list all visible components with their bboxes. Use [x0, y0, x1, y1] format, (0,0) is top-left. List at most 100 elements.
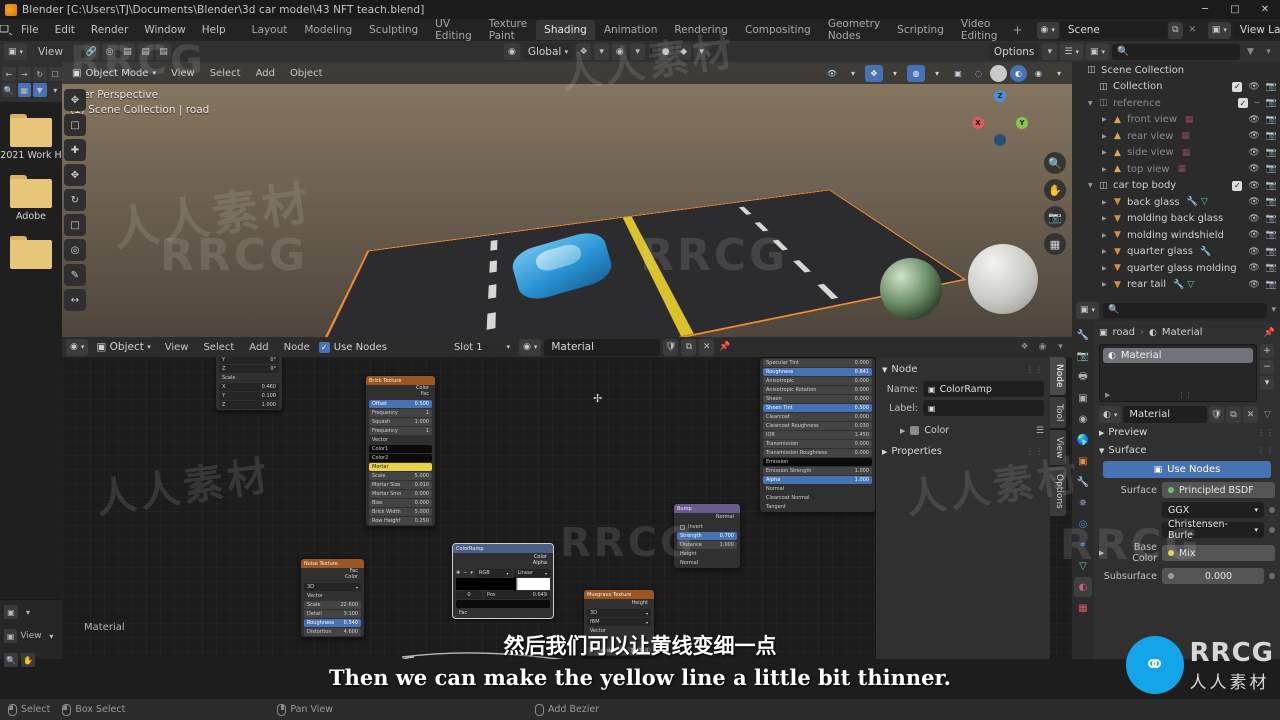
gizmo-chevron-icon[interactable]: ▾ [886, 65, 904, 82]
subsurface-method-dropdown[interactable]: Christensen-Burle ▾ [1162, 519, 1264, 541]
tab-material-properties[interactable]: ◐ [1074, 577, 1092, 597]
mesh-data-icon[interactable]: ▽ [1260, 406, 1275, 423]
new-folder-icon[interactable]: ☐ [48, 67, 62, 81]
use-nodes-button[interactable]: ▣ Use Nodes [1103, 461, 1271, 478]
mesh-data-icon[interactable]: ▽ [1187, 280, 1194, 290]
snap-dropdown-icon[interactable]: ▾ [594, 43, 610, 60]
eye-icon[interactable]: 👁 [1248, 164, 1259, 174]
row-value[interactable]: 1.000 [720, 542, 734, 548]
road-plane-object[interactable] [284, 189, 967, 337]
material-slot-item[interactable]: ◐ Material [1103, 348, 1253, 363]
snap-magnet-icon[interactable]: 🔗 [83, 43, 99, 60]
tweak-tool-icon[interactable]: ✥ [64, 89, 86, 111]
zoom-view-icon[interactable]: 🔍 [1044, 152, 1066, 174]
tab-rendering[interactable]: Rendering [666, 20, 736, 40]
eye-icon[interactable]: 👁 [1248, 263, 1259, 273]
fractal-mode-dropdown[interactable]: fBM ▾ [587, 618, 651, 626]
node-header[interactable]: ColorRamp [453, 544, 553, 553]
viewport-menu-view[interactable]: View [165, 66, 201, 81]
outliner-row-rear-tail[interactable]: ▶ ▼ rear tail 🔧 ▽ 👁 📷 [1072, 277, 1280, 294]
tab-texture-properties[interactable]: ▦ [1074, 598, 1092, 618]
mirror-z-icon[interactable]: ▤ [155, 43, 171, 60]
outliner-row-quarter-glass[interactable]: ▶ ▼ quarter glass 🔧 👁 📷 [1072, 244, 1280, 261]
camera-icon[interactable]: 📷 [1266, 131, 1277, 141]
image-data-icon[interactable]: ▦ [1185, 115, 1194, 125]
3d-viewport[interactable]: ▣ Object Mode ▾ View Select Add Object 👁… [62, 62, 1072, 337]
display-mode-icon[interactable]: ▦ [17, 83, 31, 97]
tab-modeling[interactable]: Modeling [296, 20, 360, 40]
tab-tool-properties[interactable]: 🔧 [1074, 325, 1092, 345]
color-mode-dropdown[interactable]: RGB ▾ [475, 569, 512, 577]
record-icon[interactable]: ● [658, 43, 674, 60]
camera-icon[interactable]: 📷 [1266, 263, 1277, 273]
add-workspace-button[interactable]: + [1006, 21, 1028, 39]
outliner-row-side-view[interactable]: ▶ ▲ side view ▦ 👁 📷 [1072, 145, 1280, 162]
camera-icon[interactable]: 📷 [1266, 181, 1277, 191]
node-overlay-chevron-icon[interactable]: ▾ [1053, 339, 1068, 356]
snapping-icon[interactable]: ❖ [576, 43, 592, 60]
row-value[interactable]: 1.000 [262, 402, 276, 408]
node-name-input[interactable]: ▣ ColorRamp [923, 381, 1044, 397]
row-value[interactable]: 1.450 [855, 432, 869, 438]
back-arrow-icon[interactable]: ← [2, 67, 16, 81]
shading-chevron-icon[interactable]: ▾ [1050, 65, 1068, 82]
expand-triangle-icon[interactable]: ▶ [1102, 116, 1111, 123]
expand-triangle-icon[interactable]: ▶ [1102, 166, 1111, 173]
scene-icon[interactable]: ◉ ▾ [1036, 21, 1059, 39]
node-header[interactable]: Bump [674, 504, 740, 513]
expand-triangle-icon[interactable]: ▶ [1102, 265, 1111, 272]
animate-property-dot-3[interactable] [1269, 573, 1275, 579]
camera-view-icon[interactable]: 📷 [1044, 206, 1066, 228]
tab-object-properties[interactable]: ▣ [1074, 451, 1092, 471]
camera-icon[interactable]: 📷 [1266, 230, 1277, 240]
camera-icon[interactable]: 📷 [1266, 82, 1277, 92]
tab-layout[interactable]: Layout [244, 20, 296, 40]
duplicate-material-icon[interactable]: ⧉ [681, 338, 697, 356]
node-menu-select[interactable]: Select [197, 340, 240, 355]
list-icon[interactable]: ☰ [1036, 426, 1044, 436]
file-filter-icon[interactable]: ▼ [33, 83, 47, 97]
camera-icon[interactable]: 📷 [1266, 280, 1277, 290]
checkbox-icon[interactable]: ✓ [1232, 81, 1243, 92]
node-snap-icon[interactable]: ❖ [1017, 339, 1032, 356]
outliner-row-collection[interactable]: ◫ Collection ✓ 👁 📷 [1072, 79, 1280, 96]
overlays-chevron-icon[interactable]: ▾ [928, 65, 946, 82]
dimension-dropdown[interactable]: 3D ▾ [587, 609, 651, 617]
camera-icon[interactable]: 📷 [1266, 148, 1277, 158]
expand-triangle-icon[interactable]: ▶ [1099, 549, 1104, 557]
gizmo-axis-x[interactable]: X [972, 117, 984, 129]
row-value[interactable]: 0.250 [415, 518, 429, 524]
shader-type-dropdown[interactable]: ▣ Object ▾ [91, 338, 156, 356]
node-section-header[interactable]: ▼ Node ⋮⋮ [882, 361, 1044, 378]
invert-checkbox[interactable]: Invert [677, 523, 737, 531]
eye-icon[interactable]: 👁 [1248, 214, 1259, 224]
row-value[interactable]: 0.000 [415, 500, 429, 506]
distribution-dropdown[interactable]: GGX ▾ [1162, 502, 1264, 518]
folder-item[interactable]: Adobe [0, 175, 62, 222]
viewport-menu-add[interactable]: Add [250, 66, 281, 81]
use-nodes-checkbox[interactable]: ✓ Use Nodes [318, 341, 387, 353]
drag-dots-icon[interactable]: ⋮⋮ [1257, 428, 1275, 437]
color-ramp-gradient[interactable] [456, 577, 550, 591]
node-overlay-icon[interactable]: ◉ [1035, 339, 1050, 356]
row-value[interactable]: 0.000 [855, 360, 869, 366]
animate-property-dot[interactable] [1269, 507, 1275, 513]
tab-physics-properties[interactable]: ◎ [1074, 514, 1092, 534]
eye-icon[interactable]: 👁 [1248, 230, 1259, 240]
outliner-row-quarter-glass-molding[interactable]: ▶ ▼ quarter glass molding 👁 📷 [1072, 260, 1280, 277]
image-data-icon[interactable]: ▦ [1182, 148, 1191, 158]
row-value[interactable]: 3.100 [344, 611, 358, 617]
image-data-icon[interactable]: ▦ [1182, 131, 1191, 141]
row-value[interactable]: 0.500 [855, 405, 869, 411]
material-name-input[interactable]: Material [1123, 406, 1207, 423]
outliner-row-rear-view[interactable]: ▶ ▲ rear view ▦ 👁 📷 [1072, 128, 1280, 145]
folder-item[interactable] [0, 236, 62, 272]
filter-icon[interactable]: ▼ [1243, 43, 1258, 60]
outliner-row-top-view[interactable]: ▶ ▲ top view ▦ 👁 📷 [1072, 161, 1280, 178]
node-color-row[interactable]: ▶ Color ☰ [882, 425, 1044, 436]
move-tool-icon[interactable]: ✥ [64, 164, 86, 186]
properties-chevron-icon[interactable]: ▾ [1271, 305, 1276, 315]
eye-icon[interactable]: 👁 [1248, 280, 1259, 290]
node-header[interactable]: Brick Texture [366, 376, 435, 385]
tab-output-properties[interactable]: 🖶 [1074, 367, 1092, 387]
